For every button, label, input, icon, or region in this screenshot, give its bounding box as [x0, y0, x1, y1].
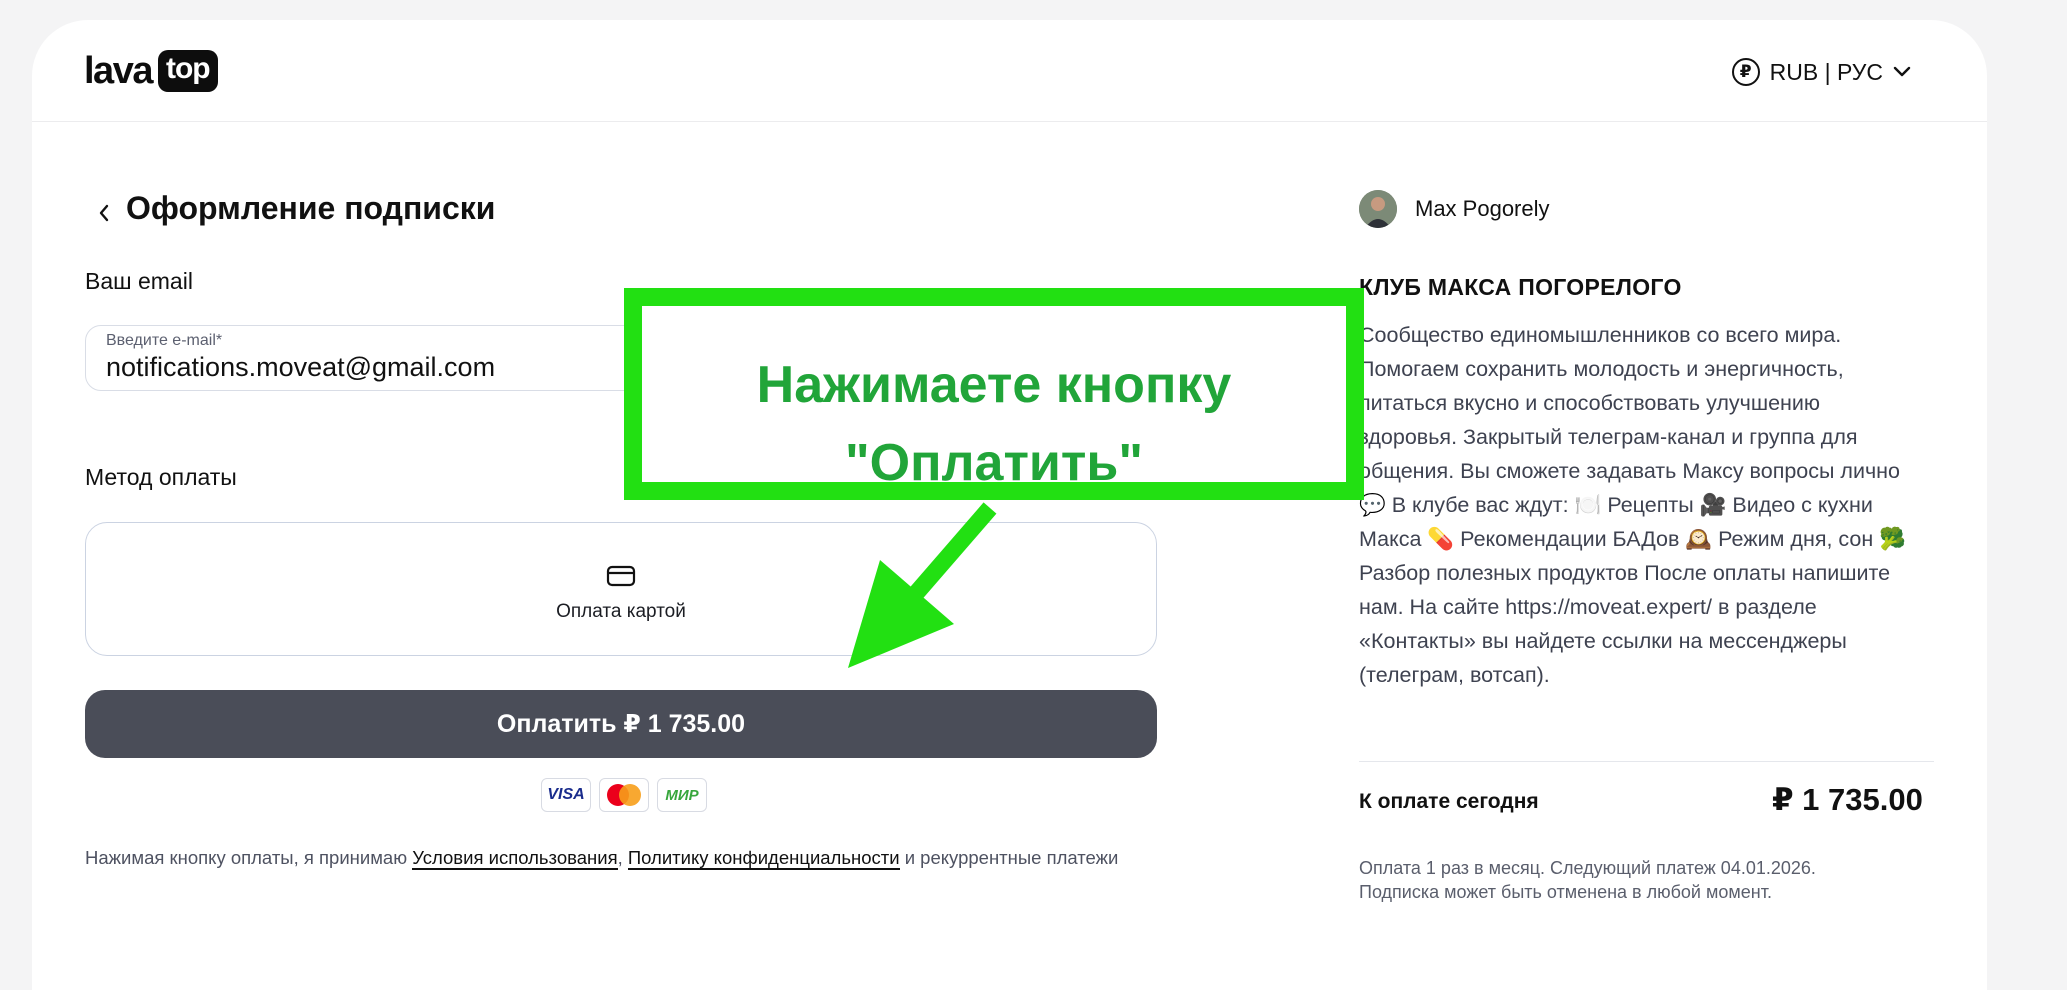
annotation-line-2: "Оплатить"	[845, 434, 1143, 492]
visa-logo: VISA	[541, 778, 591, 812]
billing-note: Оплата 1 раз в месяц. Следующий платеж 0…	[1359, 856, 1939, 904]
payment-system-logos: VISA МИР	[541, 778, 707, 812]
due-today-label: К оплате сегодня	[1359, 790, 1539, 813]
page-title: Оформление подписки	[126, 190, 496, 226]
product-description: Сообщество единомышленников со всего мир…	[1359, 323, 1906, 687]
currency-language-selector[interactable]: ₽ RUB | РУС	[1731, 58, 1911, 86]
author-name: Max Pogorely	[1415, 196, 1550, 221]
terms-of-use-link[interactable]: Условия использования	[412, 847, 618, 870]
annotation-callout: Нажимаете кнопку "Оплатить"	[624, 288, 1364, 500]
mastercard-logo	[599, 778, 649, 812]
mir-logo: МИР	[657, 778, 707, 812]
top-bar: lava top ₽ RUB | РУС	[32, 20, 1987, 122]
billing-note-line-2: Подписка может быть отменена в любой мом…	[1359, 882, 1772, 902]
product-title: КЛУБ МАКСА ПОГОРЕЛОГО	[1359, 274, 1682, 300]
pay-button[interactable]: Оплатить ₽ 1 735.00	[85, 690, 1157, 758]
chevron-down-icon	[1893, 66, 1911, 77]
payment-method-label: Метод оплаты	[85, 464, 237, 490]
terms-prefix: Нажимая кнопку оплаты, я принимаю	[85, 847, 413, 868]
ruble-icon: ₽	[1731, 58, 1760, 86]
annotation-line-1: Нажимаете кнопку	[756, 356, 1232, 414]
logo-word: lava	[84, 49, 153, 92]
visa-logo-text: VISA	[547, 786, 585, 803]
terms-text: Нажимая кнопку оплаты, я принимаю Услови…	[85, 846, 1165, 870]
checkout-card: lava top ₽ RUB | РУС Оформление подписки…	[32, 20, 1987, 990]
lava-top-logo[interactable]: lava top	[84, 50, 218, 92]
annotation-arrow-icon	[848, 502, 997, 668]
terms-suffix: и рекуррентные платежи	[899, 847, 1119, 868]
email-label: Ваш email	[85, 268, 193, 294]
email-field-caption: Введите e-mail*	[106, 332, 223, 349]
credit-card-icon	[606, 565, 636, 587]
privacy-policy-link[interactable]: Политику конфиденциальности	[627, 847, 900, 870]
chevron-left-icon	[99, 204, 109, 222]
terms-separator: ,	[617, 847, 628, 868]
logo-badge: top	[157, 50, 218, 92]
due-today-amount: ₽ 1 735.00	[1772, 782, 1923, 817]
annotation-text: Нажимаете кнопку "Оплатить"	[642, 346, 1346, 502]
avatar	[1359, 190, 1397, 228]
mir-logo-text: МИР	[665, 786, 699, 804]
billing-note-line-1: Оплата 1 раз в месяц. Следующий платеж 0…	[1359, 858, 1816, 878]
author-row: Max Pogorely	[1359, 190, 1550, 228]
mastercard-icon	[607, 784, 641, 806]
email-field-value[interactable]: notifications.moveat@gmail.com	[106, 352, 495, 383]
currency-language-label: RUB | РУС	[1769, 58, 1883, 85]
back-button[interactable]	[92, 198, 116, 228]
divider	[1359, 761, 1934, 762]
